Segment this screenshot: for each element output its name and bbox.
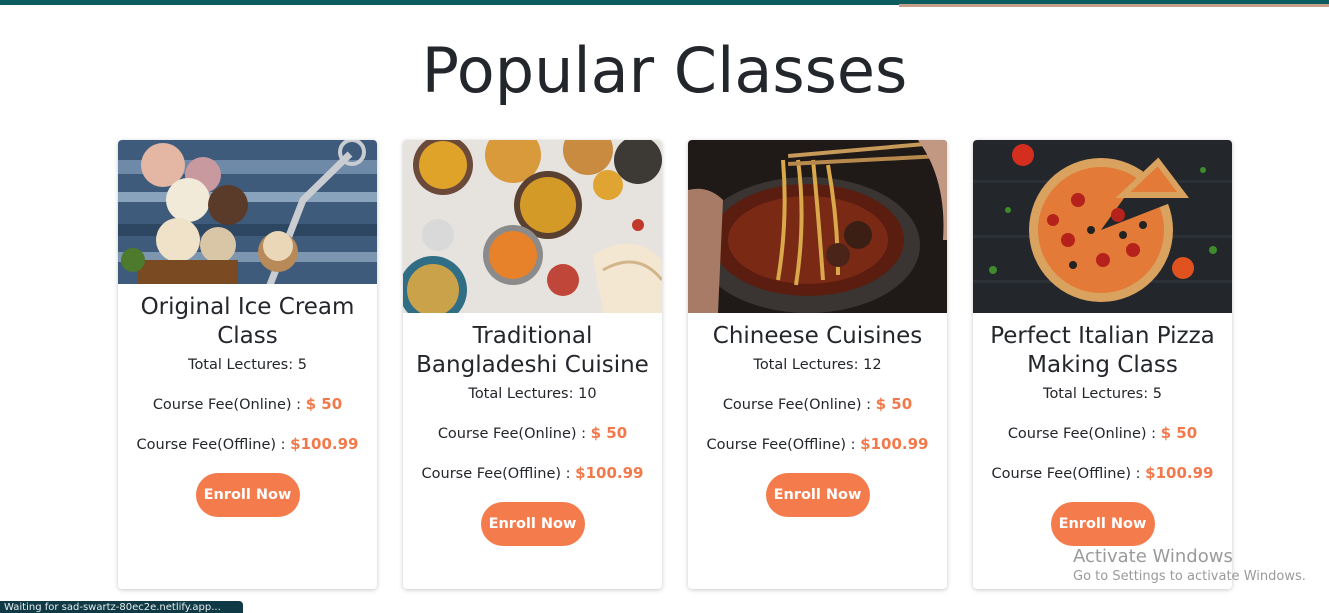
curry-dishes-image [403, 140, 662, 313]
offline-fee-label: Course Fee(Offline) : [136, 437, 286, 453]
enroll-now-button[interactable]: Enroll Now [480, 502, 585, 546]
online-fee-price: $ 50 [590, 424, 628, 442]
offline-fee: Course Fee(Offline) : $100.99 [126, 435, 369, 453]
online-fee-price: $ 50 [305, 395, 343, 413]
online-fee-label: Course Fee(Online) : [1007, 426, 1157, 442]
online-fee: Course Fee(Online) : $ 50 [981, 424, 1224, 442]
total-lectures: Total Lectures: 12 [753, 357, 882, 373]
class-card: Perfect Italian Pizza Making Class Total… [973, 140, 1232, 589]
class-card: Original Ice Cream Class Total Lectures:… [118, 140, 377, 589]
top-accent-bar-secondary [899, 4, 1329, 7]
online-fee-price: $ 50 [875, 395, 913, 413]
noodle-bowl-image [688, 140, 947, 313]
online-fee: Course Fee(Online) : $ 50 [696, 395, 939, 413]
total-lectures: Total Lectures: 5 [1043, 386, 1162, 402]
enroll-now-button[interactable]: Enroll Now [765, 473, 870, 517]
online-fee-price: $ 50 [1160, 424, 1198, 442]
offline-fee-price: $100.99 [290, 435, 359, 453]
online-fee-label: Course Fee(Online) : [437, 426, 587, 442]
browser-status-bar: Waiting for sad-swartz-80ec2e.netlify.ap… [0, 601, 243, 613]
class-card: Chineese Cuisines Total Lectures: 12 Cou… [688, 140, 947, 589]
offline-fee-label: Course Fee(Offline) : [706, 437, 856, 453]
total-lectures: Total Lectures: 10 [468, 386, 597, 402]
page-title: Popular Classes [421, 34, 908, 107]
offline-fee: Course Fee(Offline) : $100.99 [411, 464, 654, 482]
card-title: Original Ice Cream Class [140, 294, 355, 349]
offline-fee-label: Course Fee(Offline) : [991, 466, 1141, 482]
card-title: Chineese Cuisines [712, 323, 923, 349]
card-title: Perfect Italian Pizza Making Class [990, 323, 1215, 378]
ice-cream-image [118, 140, 377, 284]
online-fee: Course Fee(Online) : $ 50 [411, 424, 654, 442]
offline-fee-price: $100.99 [1145, 464, 1214, 482]
class-card: Traditional Bangladeshi Cuisine Total Le… [403, 140, 662, 589]
enroll-now-button[interactable]: Enroll Now [195, 473, 300, 517]
online-fee: Course Fee(Online) : $ 50 [126, 395, 369, 413]
enroll-now-button[interactable]: Enroll Now [1050, 502, 1155, 546]
watermark-subtitle: Go to Settings to activate Windows. [1073, 569, 1306, 584]
offline-fee-label: Course Fee(Offline) : [421, 466, 571, 482]
watermark-title: Activate Windows [1073, 546, 1233, 567]
total-lectures: Total Lectures: 5 [188, 357, 307, 373]
online-fee-label: Course Fee(Online) : [722, 397, 872, 413]
offline-fee-price: $100.99 [575, 464, 644, 482]
offline-fee-price: $100.99 [860, 435, 929, 453]
activate-windows-watermark: Activate Windows Go to Settings to activ… [1073, 546, 1306, 584]
offline-fee: Course Fee(Offline) : $100.99 [981, 464, 1224, 482]
online-fee-label: Course Fee(Online) : [152, 397, 302, 413]
card-title: Traditional Bangladeshi Cuisine [416, 323, 649, 378]
pizza-image [973, 140, 1232, 313]
offline-fee: Course Fee(Offline) : $100.99 [696, 435, 939, 453]
